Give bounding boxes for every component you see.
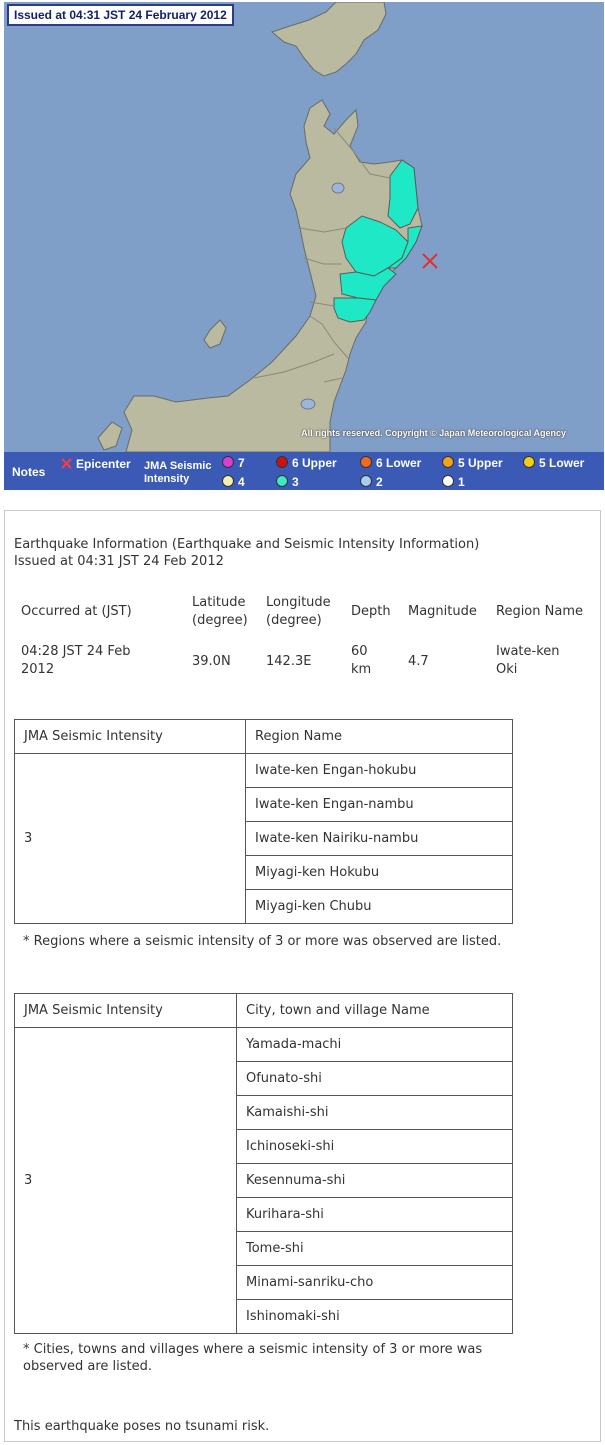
copyright-notice: All rights reserved. Copyright © Japan M… [301,428,566,438]
header-magnitude: Magnitude [408,604,477,619]
info-issued-time: Issued at 04:31 JST 24 Feb 2012 [14,554,224,569]
intensity-6-lower-label: 6 Lower [376,456,422,470]
lake-inawashiro [300,398,316,410]
legend-jma-label-line1: JMA Seismic [144,460,212,472]
intensity-5-upper-dot [442,456,454,468]
region-table-note: * Regions where a seismic intensity of 3… [23,934,502,949]
intensity-map-panel: Issued at 04:31 JST 24 February 2012 All… [4,2,604,490]
intensity-cell: 3 [14,753,246,924]
city-cell: Kesennuma-shi [236,1163,513,1198]
region-cell: Miyagi-ken Hokubu [245,855,513,890]
header-occurred: Occurred at (JST) [21,604,132,619]
legend-jma-label-line2: Intensity [144,473,190,485]
city-cell: Ofunato-shi [236,1061,513,1096]
table-header-row: JMA Seismic Intensity Region Name [14,719,513,754]
region-intensity-table: JMA Seismic Intensity Region Name 3 Iwat… [14,719,513,924]
city-cell: Minami-sanriku-cho [236,1265,513,1300]
header-depth: Depth [351,604,391,619]
city-cell: Ichinoseki-shi [236,1129,513,1164]
region-cell: Miyagi-ken Chubu [245,889,513,924]
intensity-5-lower-label: 5 Lower [539,456,585,470]
column-header-intensity: JMA Seismic Intensity [14,993,237,1028]
legend-epicenter-label: Epicenter [76,457,131,471]
lake-towada [331,182,345,194]
header-latitude-unit: (degree) [192,613,248,628]
intensity-6-lower-dot [360,456,372,468]
intensity-4-dot [222,475,234,487]
header-longitude-unit: (degree) [266,613,322,628]
intensity-6-upper-label: 6 Upper [292,456,337,470]
intensity-6-upper-dot [276,456,288,468]
tsunami-statement: This earthquake poses no tsunami risk. [14,1419,270,1434]
intensity-cell: 3 [14,1027,237,1334]
city-cell: Tome-shi [236,1231,513,1266]
intensity-1-dot [442,475,454,487]
header-region: Region Name [496,604,583,619]
table-row: 3 Iwate-ken Engan-hokubu [14,753,513,924]
column-header-city: City, town and village Name [236,993,513,1028]
region-cell: Iwate-ken Engan-nambu [245,787,513,822]
value-region-line2: Oki [496,662,518,677]
city-cell: Kamaishi-shi [236,1095,513,1130]
column-header-region: Region Name [245,719,513,754]
intensity-3-dot [276,475,288,487]
intensity-2-label: 2 [376,475,383,489]
epicenter-legend-icon [61,458,72,469]
region-cell: Iwate-ken Engan-hokubu [245,753,513,788]
intensity-1-label: 1 [458,475,465,489]
value-longitude: 142.3E [266,654,312,669]
map-legend: Notes Epicenter JMA Seismic Intensity 7 … [4,452,604,490]
intensity-5-lower-dot [523,456,535,468]
earthquake-info-box: Earthquake Information (Earthquake and S… [4,510,601,1442]
intensity-5-upper-label: 5 Upper [458,456,503,470]
table-row: 3 Yamada-machi [14,1027,513,1334]
value-magnitude: 4.7 [408,654,429,669]
city-cell: Yamada-machi [236,1027,513,1062]
column-header-intensity: JMA Seismic Intensity [14,719,246,754]
legend-notes-label: Notes [12,465,46,479]
value-occurred-year: 2012 [21,662,55,677]
value-depth: 60 [351,644,368,659]
header-latitude: Latitude [192,595,246,610]
issued-banner: Issued at 04:31 JST 24 February 2012 [7,4,234,26]
region-cell: Iwate-ken Nairiku-nambu [245,821,513,856]
city-cell: Ishinomaki-shi [236,1299,513,1334]
value-depth-unit: km [351,662,372,677]
intensity-3-label: 3 [292,475,299,489]
city-cell: Kurihara-shi [236,1197,513,1232]
info-heading: Earthquake Information (Earthquake and S… [14,537,480,552]
header-longitude: Longitude [266,595,331,610]
intensity-2-dot [360,475,372,487]
intensity-7-label: 7 [238,456,245,470]
city-table-note-line2: observed are listed. [23,1359,153,1374]
seismic-intensity-map [4,2,604,452]
intensity-7-dot [222,456,234,468]
value-latitude: 39.0N [192,654,231,669]
value-occurred: 04:28 JST 24 Feb [21,644,131,659]
value-region: Iwate-ken [496,644,560,659]
intensity-4-label: 4 [238,475,245,489]
table-header-row: JMA Seismic Intensity City, town and vil… [14,993,513,1028]
city-intensity-table: JMA Seismic Intensity City, town and vil… [14,993,513,1334]
city-table-note: * Cities, towns and villages where a sei… [23,1342,483,1357]
